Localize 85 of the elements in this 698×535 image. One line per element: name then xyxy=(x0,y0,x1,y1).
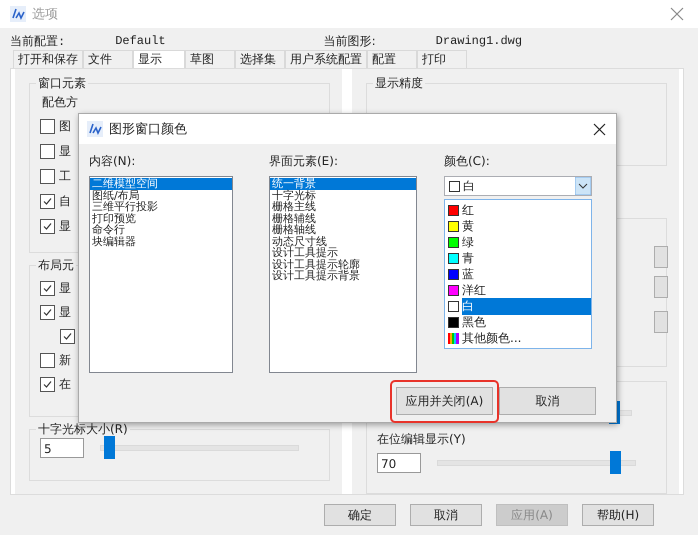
tab[interactable]: 打印 xyxy=(417,50,467,68)
profile-label: 当前配置: xyxy=(10,34,66,50)
checkbox-label: 显 xyxy=(59,142,71,160)
color-option[interactable]: 红 xyxy=(445,202,591,218)
checkbox[interactable] xyxy=(40,304,55,320)
window-title: 选项 xyxy=(32,6,58,23)
checkbox-label: 显 xyxy=(59,280,71,296)
slider-thumb[interactable] xyxy=(104,436,115,459)
list-item[interactable]: 块编辑器 xyxy=(90,236,232,247)
checkbox-label: 图 xyxy=(59,118,71,134)
tab[interactable]: 配置 xyxy=(367,50,417,68)
list-item[interactable]: 二维模型空间 xyxy=(90,178,232,190)
drawing-label: 当前图形: xyxy=(324,32,376,50)
checkbox-label: 工 xyxy=(59,168,71,184)
tab[interactable]: 选择集 xyxy=(235,50,285,68)
checkbox[interactable] xyxy=(40,352,55,368)
color-option[interactable]: 洋红 xyxy=(445,282,591,298)
content-label: 内容(N): xyxy=(89,153,136,170)
group-title: 窗口元素 xyxy=(36,75,88,92)
list-item[interactable]: 打印预览 xyxy=(90,212,232,224)
list-item[interactable]: 设计工具提示轮廓 xyxy=(270,258,416,270)
checkbox[interactable] xyxy=(40,168,55,184)
inplace-edit-label: 在位编辑显示(Y) xyxy=(377,431,467,448)
color-label: 颜色(C): xyxy=(444,153,491,170)
checkmark-icon xyxy=(42,378,53,390)
checkmark-icon xyxy=(42,306,53,318)
checkbox[interactable] xyxy=(40,194,55,208)
list-item[interactable]: 图纸/布局 xyxy=(90,190,232,201)
app-logo-icon xyxy=(10,6,26,22)
list-item[interactable]: 统一背景 xyxy=(270,178,416,190)
list-item[interactable]: 栅格轴线 xyxy=(270,224,416,236)
checkmark-icon xyxy=(42,196,53,206)
checkbox-label: 显 xyxy=(59,218,71,234)
tab[interactable]: 打开和保存 xyxy=(13,50,83,68)
dialog-button[interactable]: 取消 xyxy=(410,504,482,526)
palette-icon xyxy=(448,332,459,344)
dialog-button[interactable]: 确定 xyxy=(324,504,396,526)
dialog-button[interactable]: 取消 xyxy=(499,387,596,415)
slider-thumb[interactable] xyxy=(610,451,622,474)
checkbox[interactable] xyxy=(40,118,55,134)
checkmark-icon xyxy=(42,282,53,294)
checkbox[interactable] xyxy=(40,376,55,392)
list-item[interactable]: 栅格主线 xyxy=(270,201,416,212)
color-option[interactable]: 其他颜色... xyxy=(445,330,591,346)
checkbox-label: 自 xyxy=(59,192,71,210)
tab[interactable]: 文件 xyxy=(83,50,133,68)
color-option[interactable]: 青 xyxy=(445,250,591,266)
caret-icon[interactable] xyxy=(575,177,591,195)
group-title: 显示精度 xyxy=(373,75,425,92)
color-option[interactable]: 绿 xyxy=(445,234,591,250)
checkbox-label: 在 xyxy=(59,376,71,392)
list-item[interactable]: 十字光标 xyxy=(270,190,416,201)
group-title: 十字光标大小(R) xyxy=(36,421,130,438)
app-logo-icon xyxy=(87,121,103,137)
dialog-button[interactable]: 帮助(H) xyxy=(582,504,654,526)
list-item[interactable]: 三维平行投影 xyxy=(90,201,232,212)
color-option[interactable]: 蓝 xyxy=(445,266,591,282)
color-dropdown[interactable]: 白 xyxy=(444,176,592,196)
size-field[interactable]: 5 xyxy=(40,438,84,458)
color-option[interactable]: 黄 xyxy=(445,218,591,234)
tab[interactable]: 草图 xyxy=(185,50,235,68)
close-icon[interactable] xyxy=(593,122,606,136)
list-item[interactable]: 设计工具提示背景 xyxy=(270,270,416,282)
tab[interactable]: 用户系统配置 xyxy=(285,50,367,68)
scheme-label: 配色方 xyxy=(41,94,79,111)
dialog-title: 图形窗口颜色 xyxy=(109,121,187,138)
checkmark-icon xyxy=(42,220,53,232)
profile-value: Default xyxy=(115,34,166,48)
checkmark-icon xyxy=(62,330,73,342)
list-item[interactable]: 动态尺寸线 xyxy=(270,236,416,247)
tab[interactable]: 显示 xyxy=(133,50,185,70)
element-label: 界面元素(E): xyxy=(269,153,339,170)
checkbox-label: 显 xyxy=(59,304,71,320)
checkbox[interactable] xyxy=(40,144,55,158)
dialog-button[interactable]: 应用并关闭(A) xyxy=(396,387,493,415)
drawing-value: Drawing1.dwg xyxy=(436,34,522,48)
checkbox[interactable] xyxy=(40,280,55,296)
checkbox[interactable] xyxy=(60,328,75,344)
color-option[interactable]: 黑色 xyxy=(445,314,591,330)
checkbox[interactable] xyxy=(40,218,55,234)
list-item[interactable]: 设计工具提示 xyxy=(270,247,416,258)
list-item[interactable]: 命令行 xyxy=(90,224,232,236)
opacity-field[interactable]: 70 xyxy=(377,453,421,474)
list-item[interactable]: 栅格辅线 xyxy=(270,212,416,224)
checkbox-label: 新 xyxy=(59,352,71,368)
